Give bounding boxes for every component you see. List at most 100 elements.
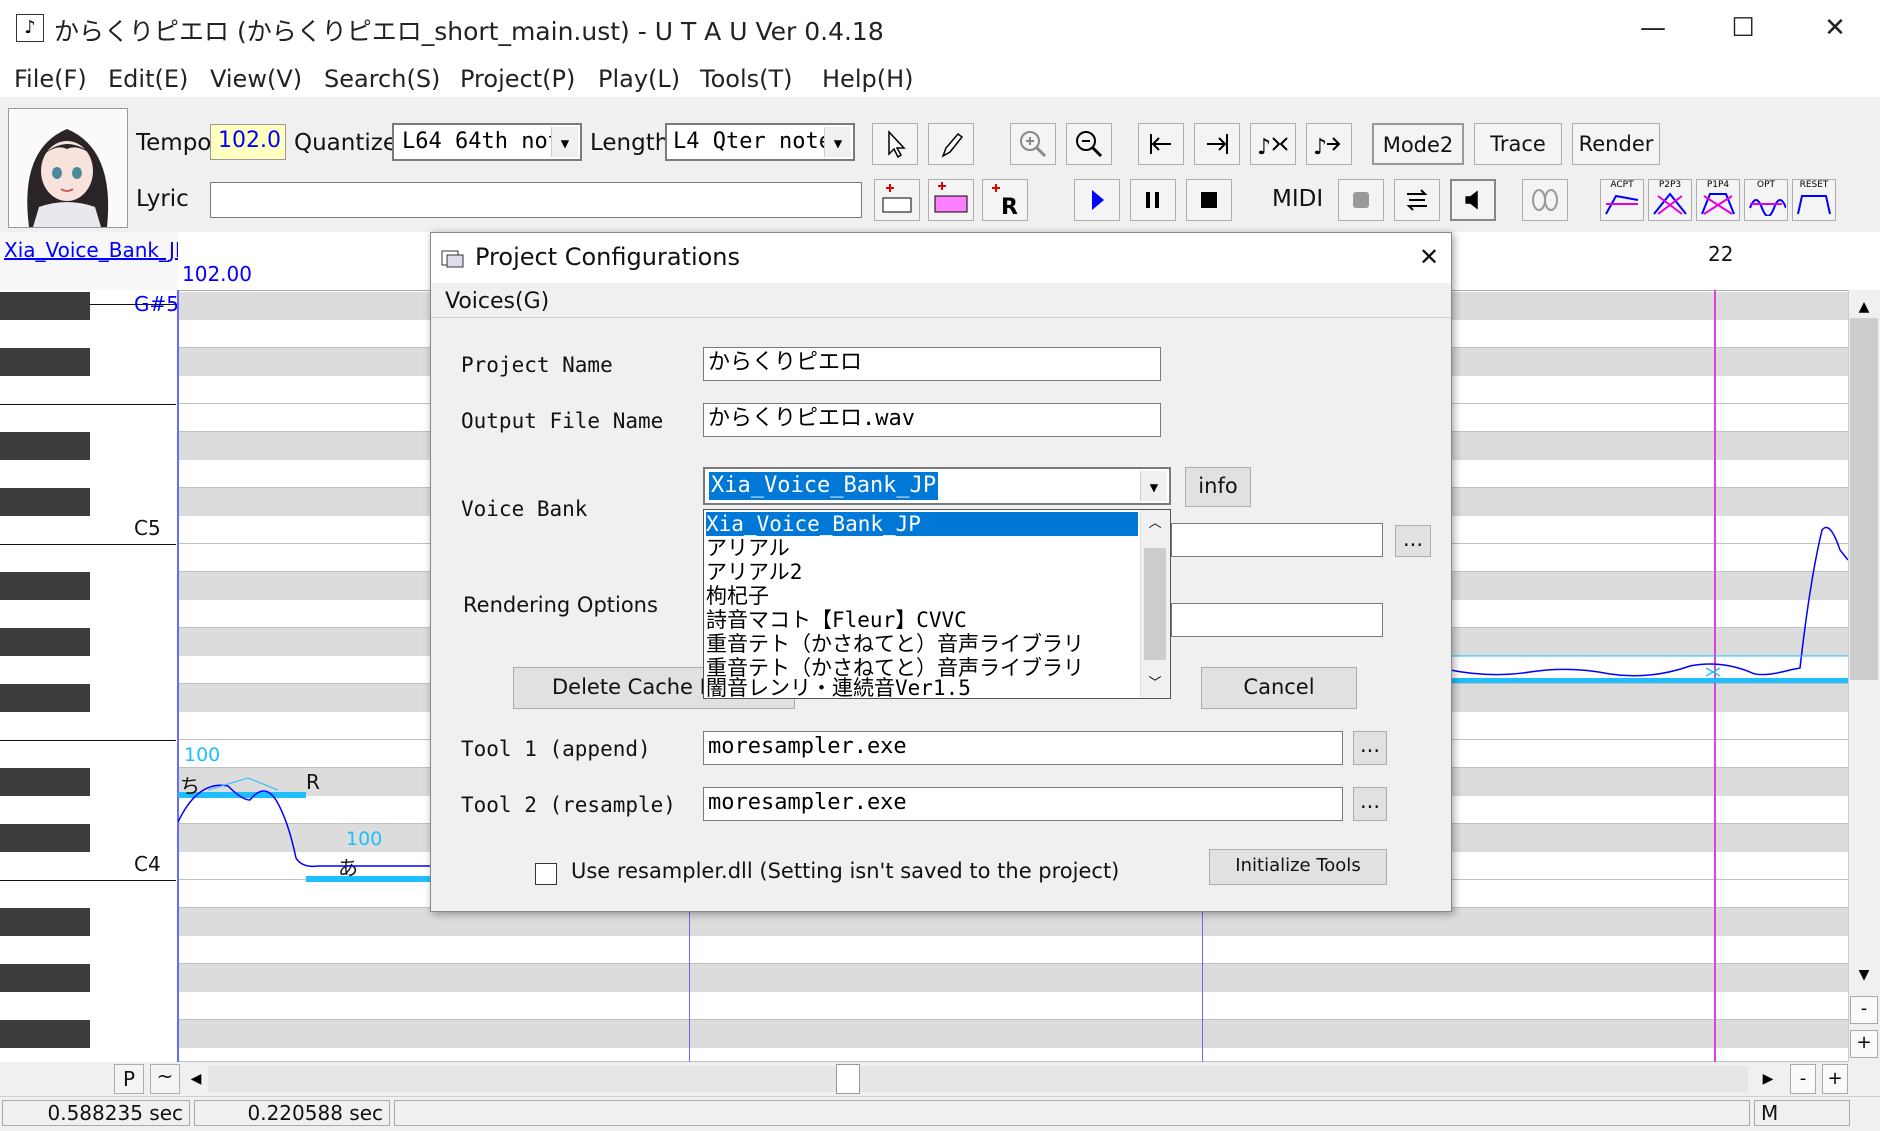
- loop-button[interactable]: [1522, 179, 1568, 221]
- menu-file[interactable]: File(F): [14, 65, 87, 93]
- menu-project[interactable]: Project(P): [460, 65, 575, 93]
- output-file-name-input[interactable]: からくりピエロ.wav: [703, 403, 1161, 437]
- piano-key-black[interactable]: [0, 1020, 90, 1048]
- voice-bank-option[interactable]: 枸杞子: [706, 584, 1138, 608]
- voice-bank-option[interactable]: Xia_Voice_Bank_JP: [706, 512, 1138, 536]
- voice-bank-select[interactable]: Xia_Voice_Bank_JP ▼: [703, 467, 1171, 505]
- midi-record-button[interactable]: [1338, 179, 1384, 221]
- envelope-reset-button[interactable]: RESET: [1792, 179, 1836, 221]
- menu-help[interactable]: Help(H): [822, 65, 914, 93]
- maximize-button[interactable]: ☐: [1698, 0, 1788, 57]
- tool2-input[interactable]: moresampler.exe: [703, 787, 1343, 821]
- tab-voices[interactable]: Voices(G): [445, 289, 549, 314]
- insert-rest-r-button[interactable]: R: [982, 179, 1028, 221]
- piano-key-black[interactable]: [0, 572, 90, 600]
- piano-keyboard[interactable]: [0, 290, 176, 1062]
- zoom-in-button[interactable]: [1010, 123, 1056, 165]
- piano-key-black[interactable]: [0, 628, 90, 656]
- expand-notes-button[interactable]: ♪: [1306, 123, 1352, 165]
- piano-key-black[interactable]: [0, 824, 90, 852]
- scroll-right-icon[interactable]: ▶: [1756, 1064, 1780, 1094]
- piano-key-black[interactable]: [0, 684, 90, 712]
- speaker-toggle[interactable]: [1450, 179, 1496, 221]
- midi-cycle-icon: [1406, 189, 1428, 211]
- tool1-input[interactable]: moresampler.exe: [703, 731, 1343, 765]
- close-window-button[interactable]: ✕: [1790, 0, 1880, 57]
- pause-button[interactable]: [1130, 179, 1176, 221]
- insert-note-button[interactable]: [874, 179, 920, 221]
- menu-search[interactable]: Search(S): [324, 65, 440, 93]
- tempo-input[interactable]: 102.0: [210, 124, 286, 160]
- play-button[interactable]: [1074, 179, 1120, 221]
- stop-button[interactable]: [1186, 179, 1232, 221]
- minimize-button[interactable]: —: [1608, 0, 1698, 57]
- voice-bank-option[interactable]: アリアル2: [706, 560, 1138, 584]
- chevron-up-icon[interactable]: ︿: [1140, 512, 1170, 536]
- envelope-p1p4-button[interactable]: P1P4: [1696, 179, 1740, 221]
- rendering-options-input[interactable]: [1171, 603, 1383, 637]
- zoom-horizontal-plus[interactable]: +: [1822, 1064, 1848, 1094]
- zoom-vertical-plus[interactable]: +: [1850, 1030, 1878, 1058]
- voicebank-avatar[interactable]: [8, 108, 128, 228]
- vertical-scroll-thumb[interactable]: [1850, 318, 1878, 680]
- quantize-select[interactable]: L64 64th note ▼: [392, 123, 582, 161]
- voice-bank-option[interactable]: 詩音マコト【Fleur】CVVC: [706, 608, 1138, 632]
- dialog-close-button[interactable]: ✕: [1409, 237, 1449, 277]
- horizontal-scrollbar-track[interactable]: [208, 1066, 1748, 1092]
- voice-bank-browse-button[interactable]: ...: [1395, 525, 1431, 557]
- voicebank-tab[interactable]: Xia_Voice_Bank_JP: [0, 232, 179, 290]
- trace-button[interactable]: Trace: [1474, 123, 1562, 165]
- initialize-tools-button[interactable]: Initialize Tools: [1209, 849, 1387, 885]
- voice-bank-option[interactable]: アリアル: [706, 536, 1138, 560]
- p-button[interactable]: P: [114, 1064, 144, 1094]
- chevron-down-icon[interactable]: ▼: [824, 127, 851, 157]
- piano-key-black[interactable]: [0, 292, 90, 320]
- pointer-tool-button[interactable]: [872, 123, 918, 165]
- voice-bank-info-button[interactable]: info: [1185, 467, 1251, 507]
- project-name-input[interactable]: からくりピエロ: [703, 347, 1161, 381]
- voice-bank-path-input[interactable]: [1171, 523, 1383, 557]
- scroll-up-icon[interactable]: ▲: [1850, 294, 1878, 320]
- voice-bank-dropdown-list[interactable]: Xia_Voice_Bank_JP アリアル アリアル2 枸杞子 詩音マコト【F…: [703, 509, 1171, 699]
- menu-edit[interactable]: Edit(E): [108, 65, 188, 93]
- tool2-browse-button[interactable]: ...: [1353, 787, 1387, 821]
- scroll-down-icon[interactable]: ▼: [1850, 962, 1878, 988]
- chevron-down-icon[interactable]: ﹀: [1140, 672, 1170, 696]
- scroll-left-icon[interactable]: ◀: [184, 1064, 208, 1094]
- zoom-vertical-minus[interactable]: -: [1850, 996, 1878, 1024]
- menu-view[interactable]: View(V): [210, 65, 302, 93]
- piano-key-black[interactable]: [0, 432, 90, 460]
- envelope-p2p3-button[interactable]: P2P3: [1648, 179, 1692, 221]
- length-select[interactable]: L4 Qter note ▼: [665, 123, 855, 161]
- go-to-end-button[interactable]: [1194, 123, 1240, 165]
- horizontal-scroll-thumb[interactable]: [836, 1064, 860, 1094]
- go-to-start-button[interactable]: [1138, 123, 1184, 165]
- menu-play[interactable]: Play(L): [598, 65, 680, 93]
- mode2-toggle[interactable]: Mode2: [1372, 123, 1464, 165]
- chevron-down-icon[interactable]: ▼: [551, 127, 578, 157]
- resampler-dll-checkbox[interactable]: [535, 863, 557, 885]
- lyric-input[interactable]: [210, 182, 862, 218]
- piano-key-black[interactable]: [0, 768, 90, 796]
- add-rest-button[interactable]: [928, 179, 974, 221]
- pencil-tool-button[interactable]: [928, 123, 974, 165]
- voice-bank-option[interactable]: 重音テト（かさねてと）音声ライブラリ: [706, 632, 1138, 656]
- render-button[interactable]: Render: [1572, 123, 1660, 165]
- tilde-button[interactable]: ~: [150, 1064, 180, 1094]
- dropdown-scroll-thumb[interactable]: [1144, 548, 1166, 660]
- envelope-opt-button[interactable]: OPT: [1744, 179, 1788, 221]
- piano-key-black[interactable]: [0, 488, 90, 516]
- envelope-acpt-button[interactable]: ACPT: [1600, 179, 1644, 221]
- tool1-browse-button[interactable]: ...: [1353, 731, 1387, 765]
- piano-key-black[interactable]: [0, 348, 90, 376]
- shrink-notes-button[interactable]: ♪: [1250, 123, 1296, 165]
- zoom-out-button[interactable]: [1066, 123, 1112, 165]
- voice-bank-option[interactable]: 闇音レンリ・連続音Ver1.5: [706, 676, 1138, 698]
- midi-settings-button[interactable]: [1394, 179, 1440, 221]
- piano-key-black[interactable]: [0, 908, 90, 936]
- cancel-button[interactable]: Cancel: [1201, 667, 1357, 709]
- chevron-down-icon[interactable]: ▼: [1140, 471, 1167, 501]
- zoom-horizontal-minus[interactable]: -: [1790, 1064, 1816, 1094]
- menu-tools[interactable]: Tools(T): [700, 65, 793, 93]
- piano-key-black[interactable]: [0, 964, 90, 992]
